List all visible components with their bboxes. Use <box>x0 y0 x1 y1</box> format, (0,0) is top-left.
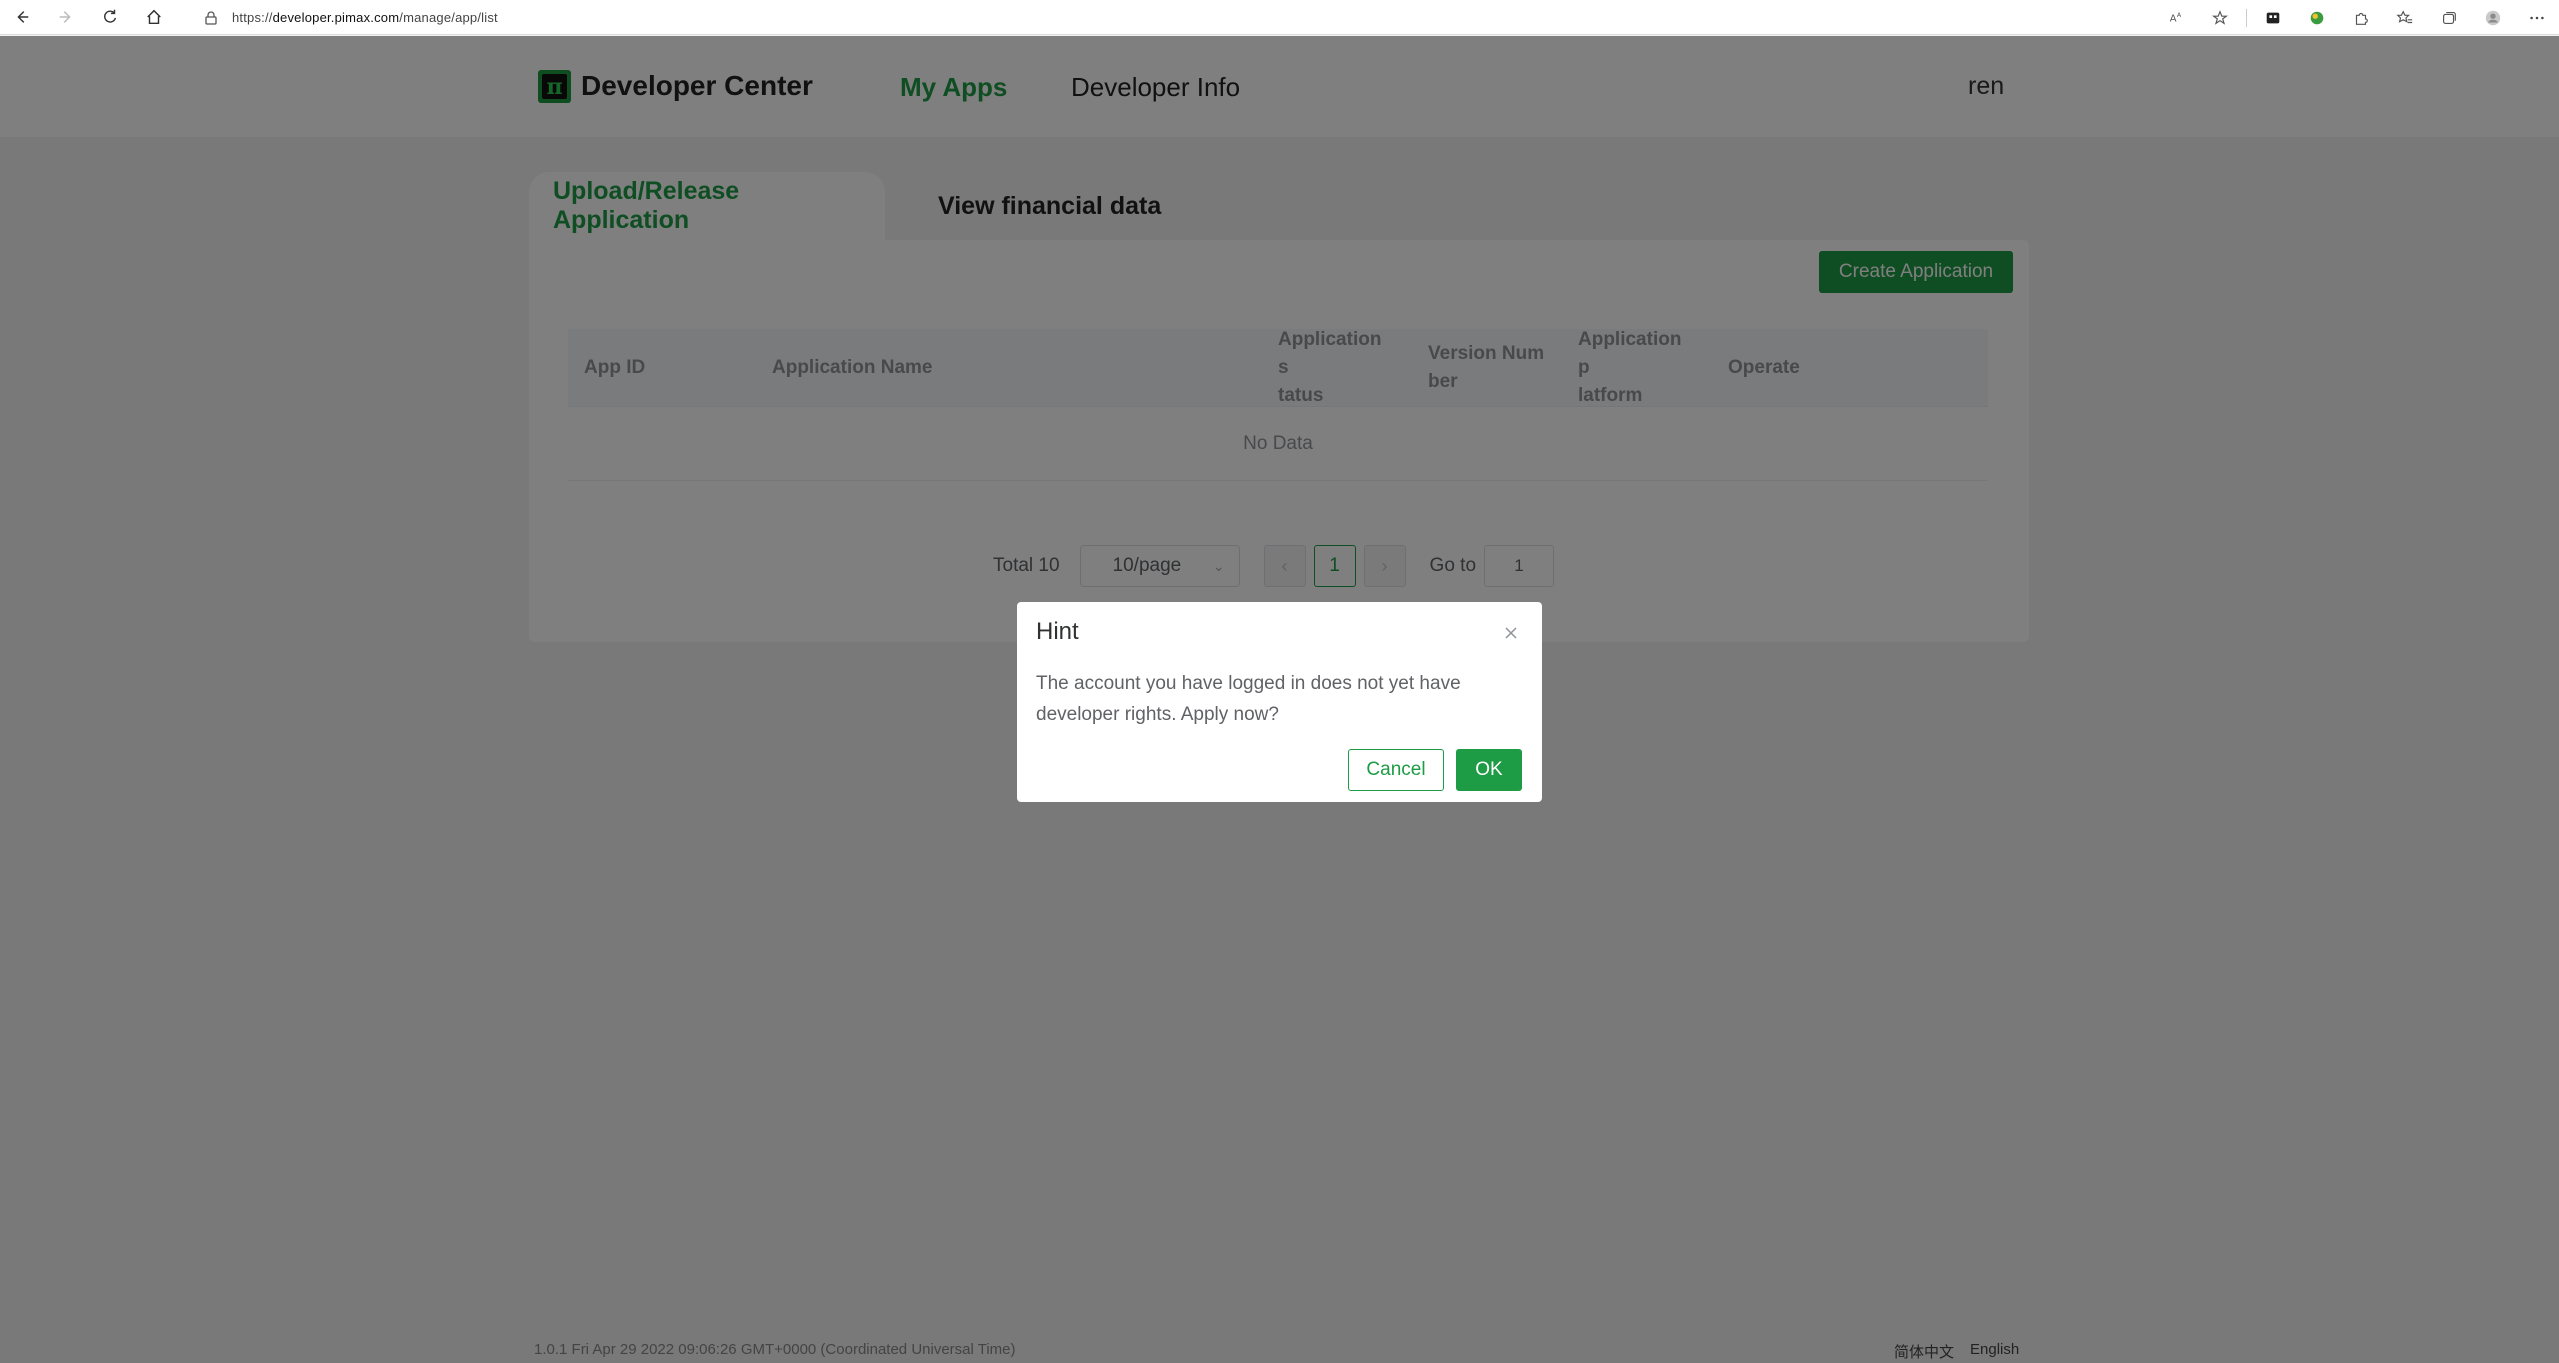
cancel-button[interactable]: Cancel <box>1348 749 1444 791</box>
address-bar[interactable]: https://developer.pimax.com/manage/app/l… <box>190 4 2180 31</box>
dialog-title: Hint <box>1036 618 1079 645</box>
refresh-icon[interactable] <box>88 0 132 35</box>
svg-text:A: A <box>2170 13 2177 24</box>
extension-dark-icon[interactable] <box>2251 0 2295 35</box>
lock-icon <box>205 10 217 25</box>
collections-icon[interactable] <box>2427 0 2471 35</box>
svg-text:A: A <box>2177 12 2182 19</box>
url-text: https://developer.pimax.com/manage/app/l… <box>232 10 498 25</box>
profile-avatar-icon[interactable] <box>2471 0 2515 35</box>
hint-dialog: Hint The account you have logged in does… <box>1017 602 1542 802</box>
ok-button[interactable]: OK <box>1456 749 1522 791</box>
extensions-icon[interactable] <box>2339 0 2383 35</box>
favorites-icon[interactable] <box>2383 0 2427 35</box>
dialog-message: The account you have logged in does not … <box>1036 673 1461 725</box>
close-icon[interactable] <box>1502 624 1520 642</box>
favorite-add-icon[interactable] <box>2198 0 2242 35</box>
back-icon[interactable] <box>0 0 44 35</box>
more-menu-icon[interactable] <box>2515 0 2559 35</box>
browser-toolbar: https://developer.pimax.com/manage/app/l… <box>0 0 2559 35</box>
forward-icon[interactable] <box>44 0 88 35</box>
home-icon[interactable] <box>132 0 176 35</box>
extension-colorful-icon[interactable] <box>2295 0 2339 35</box>
read-aloud-icon[interactable]: AA <box>2154 0 2198 35</box>
